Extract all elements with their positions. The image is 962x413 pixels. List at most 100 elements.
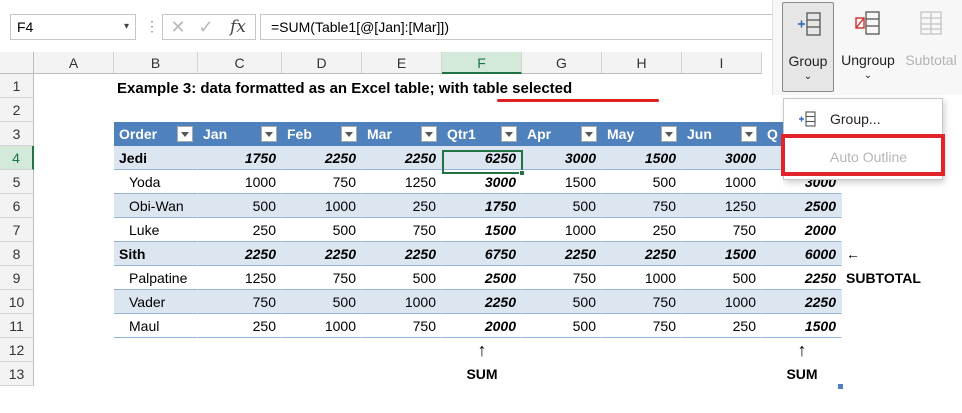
ungroup-button[interactable]: Ungroup ⌄ [836, 2, 900, 92]
table-cell[interactable]: 750 [198, 290, 282, 314]
table-cell[interactable]: 500 [522, 194, 602, 218]
table-cell[interactable]: 1000 [198, 170, 282, 194]
filter-dropdown-icon[interactable] [261, 126, 277, 142]
table-cell[interactable]: 2250 [602, 242, 682, 266]
table-cell[interactable]: 250 [362, 194, 442, 218]
filter-dropdown-icon[interactable] [341, 126, 357, 142]
table-cell[interactable]: 1000 [522, 218, 602, 242]
table-cell[interactable]: 500 [602, 170, 682, 194]
table-cell[interactable]: 500 [522, 290, 602, 314]
table-cell[interactable]: 1000 [282, 194, 362, 218]
table-cell[interactable]: 1000 [682, 290, 762, 314]
table-cell[interactable]: 2500 [442, 266, 522, 290]
table-cell[interactable]: 3000 [442, 170, 522, 194]
table-cell[interactable]: 500 [522, 314, 602, 338]
table-cell[interactable]: 2250 [522, 242, 602, 266]
filter-dropdown-icon[interactable] [581, 126, 597, 142]
table-cell[interactable]: 1500 [682, 242, 762, 266]
filter-dropdown-icon[interactable] [661, 126, 677, 142]
table-cell[interactable]: 750 [602, 290, 682, 314]
column-header-g[interactable]: G [522, 52, 602, 74]
table-cell[interactable]: 250 [198, 314, 282, 338]
table-cell[interactable]: 250 [682, 314, 762, 338]
table-header-qtr1[interactable]: Qtr1 [442, 122, 522, 146]
formula-input[interactable]: =SUM(Table1[@[Jan]:[Mar]]) [260, 14, 780, 40]
table-header-order[interactable]: Order [114, 122, 198, 146]
table-header-may[interactable]: May [602, 122, 682, 146]
row-label-cell[interactable]: Vader [114, 290, 198, 314]
column-header-b[interactable]: B [114, 52, 198, 74]
table-header-jun[interactable]: Jun [682, 122, 762, 146]
table-cell[interactable]: 2250 [282, 242, 362, 266]
name-box-dropdown-icon[interactable]: ▾ [124, 15, 129, 39]
table-cell[interactable]: 500 [198, 194, 282, 218]
more-options-icon[interactable]: ⋮ [145, 14, 159, 40]
table-cell[interactable]: 1250 [682, 194, 762, 218]
filter-dropdown-icon[interactable] [501, 126, 517, 142]
table-cell[interactable]: 500 [362, 266, 442, 290]
column-header-f[interactable]: F [442, 52, 522, 74]
enter-icon[interactable]: ✓ [195, 15, 217, 39]
table-cell[interactable]: 750 [522, 266, 602, 290]
column-header-h[interactable]: H [602, 52, 682, 74]
table-cell[interactable]: 2250 [762, 266, 842, 290]
table-resize-handle[interactable] [838, 384, 843, 389]
row-header-8[interactable]: 8 [0, 242, 34, 266]
table-cell[interactable]: 1500 [602, 146, 682, 170]
table-cell[interactable]: 2250 [362, 146, 442, 170]
table-cell[interactable]: 2500 [762, 194, 842, 218]
row-header-6[interactable]: 6 [0, 194, 34, 218]
table-cell[interactable]: 2250 [362, 242, 442, 266]
table-cell[interactable]: 3000 [682, 146, 762, 170]
table-cell[interactable]: 1000 [282, 314, 362, 338]
table-cell[interactable]: 1750 [442, 194, 522, 218]
table-cell[interactable]: 6750 [442, 242, 522, 266]
row-header-4[interactable]: 4 [0, 146, 34, 170]
column-header-d[interactable]: D [282, 52, 362, 74]
table-cell[interactable]: 1250 [198, 266, 282, 290]
table-header-mar[interactable]: Mar [362, 122, 442, 146]
cancel-icon[interactable]: ✕ [167, 15, 189, 39]
table-cell[interactable]: 2250 [282, 146, 362, 170]
table-cell[interactable]: 6250 [442, 146, 522, 170]
table-cell[interactable]: 750 [602, 194, 682, 218]
table-cell[interactable]: 250 [198, 218, 282, 242]
row-label-cell[interactable]: Luke [114, 218, 198, 242]
row-header-3[interactable]: 3 [0, 122, 34, 146]
row-header-10[interactable]: 10 [0, 290, 34, 314]
table-cell[interactable]: 6000 [762, 242, 842, 266]
row-header-9[interactable]: 9 [0, 266, 34, 290]
insert-function-icon[interactable]: fx [225, 15, 251, 39]
row-header-5[interactable]: 5 [0, 170, 34, 194]
table-cell[interactable]: 3000 [522, 146, 602, 170]
row-header-1[interactable]: 1 [0, 74, 34, 98]
filter-dropdown-icon[interactable] [177, 126, 193, 142]
table-cell[interactable]: 1000 [602, 266, 682, 290]
table-cell[interactable]: 1500 [762, 314, 842, 338]
table-cell[interactable]: 2250 [198, 242, 282, 266]
table-cell[interactable]: 1000 [362, 290, 442, 314]
group-button[interactable]: Group ⌄ [782, 2, 834, 92]
table-cell[interactable]: 1500 [522, 170, 602, 194]
table-cell[interactable]: 2000 [442, 314, 522, 338]
name-box[interactable]: F4 ▾ [10, 14, 136, 40]
row-header-11[interactable]: 11 [0, 314, 34, 338]
table-cell[interactable]: 1250 [362, 170, 442, 194]
row-header-12[interactable]: 12 [0, 338, 34, 362]
table-cell[interactable]: 750 [362, 218, 442, 242]
table-header-feb[interactable]: Feb [282, 122, 362, 146]
column-header-e[interactable]: E [362, 52, 442, 74]
table-cell[interactable]: 2250 [762, 290, 842, 314]
table-header-apr[interactable]: Apr [522, 122, 602, 146]
table-cell[interactable]: 1500 [442, 218, 522, 242]
row-label-cell[interactable]: Sith [114, 242, 198, 266]
table-cell[interactable]: 750 [602, 314, 682, 338]
menu-item-group[interactable]: Group... [784, 105, 942, 133]
table-cell[interactable]: 500 [282, 218, 362, 242]
row-header-2[interactable]: 2 [0, 98, 34, 122]
row-label-cell[interactable]: Jedi [114, 146, 198, 170]
table-cell[interactable]: 500 [682, 266, 762, 290]
column-header-i[interactable]: I [682, 52, 762, 74]
table-cell[interactable]: 750 [282, 266, 362, 290]
subtotal-button[interactable]: Subtotal [900, 2, 962, 92]
